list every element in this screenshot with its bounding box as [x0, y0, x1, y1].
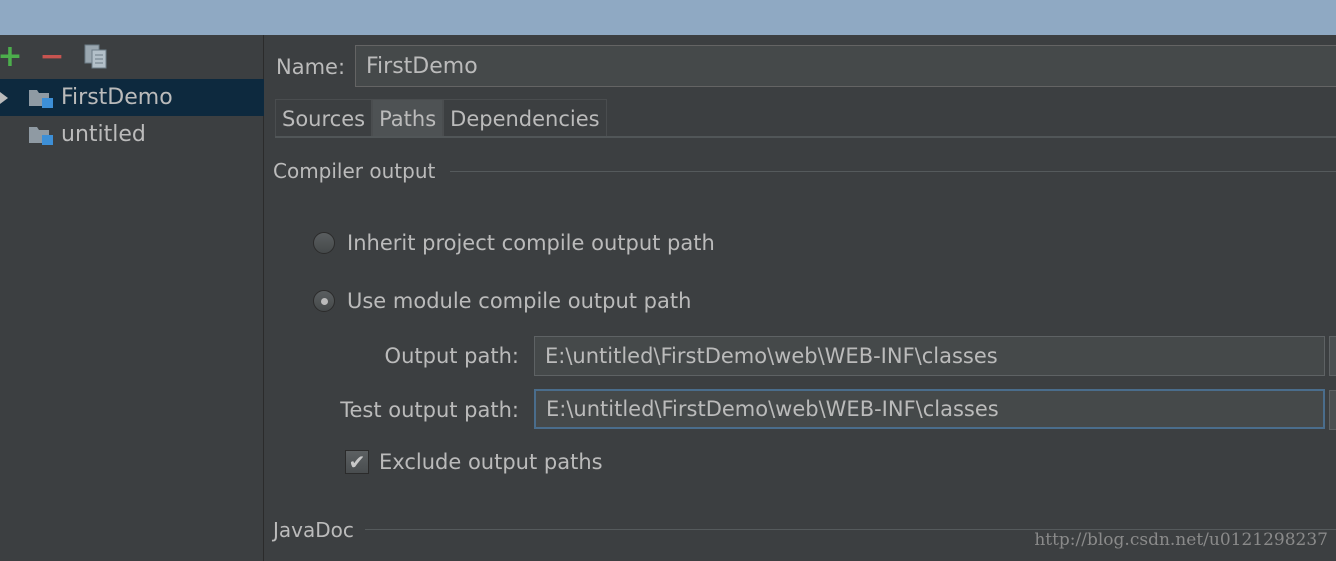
copy-icon[interactable] — [82, 43, 110, 71]
modules-sidebar: + − FirstDemo untitled — [0, 35, 264, 561]
inherit-output-radio-row[interactable]: Inherit project compile output path — [313, 231, 715, 255]
module-folder-icon — [28, 124, 54, 146]
expand-arrow-icon[interactable] — [0, 91, 8, 104]
exclude-output-checkbox[interactable]: ✔ — [345, 450, 369, 474]
module-settings-panel: Name: FirstDemo Sources Paths Dependenci… — [265, 35, 1336, 561]
inherit-output-label: Inherit project compile output path — [347, 231, 715, 255]
exclude-output-label: Exclude output paths — [379, 450, 603, 474]
tree-item-label: untitled — [61, 122, 146, 147]
sidebar-toolbar: + − — [0, 35, 263, 78]
plus-icon[interactable]: + — [0, 42, 24, 72]
tab-divider — [275, 136, 1336, 138]
tree-item-untitled[interactable]: untitled — [0, 116, 264, 153]
test-output-path-label: Test output path: — [340, 398, 519, 422]
compiler-output-title: Compiler output — [273, 159, 436, 183]
minus-icon[interactable]: − — [38, 42, 66, 72]
name-label: Name: — [276, 55, 346, 79]
watermark-text: http://blog.csdn.net/u0121298237 — [1034, 530, 1328, 550]
output-path-label: Output path: — [384, 344, 519, 368]
tab-paths[interactable]: Paths — [372, 99, 444, 137]
section-divider — [450, 171, 1336, 172]
use-module-output-radio[interactable] — [313, 290, 335, 312]
output-path-browse-button[interactable] — [1329, 336, 1336, 376]
inherit-output-radio[interactable] — [313, 232, 335, 254]
window-titlebar — [0, 0, 1336, 35]
tree-item-firstdemo[interactable]: FirstDemo — [0, 79, 264, 116]
test-output-path-input[interactable]: E:\untitled\FirstDemo\web\WEB-INF\classe… — [534, 389, 1325, 429]
use-module-output-radio-row[interactable]: Use module compile output path — [313, 289, 691, 313]
tree-item-label: FirstDemo — [61, 85, 173, 110]
exclude-output-row[interactable]: ✔ Exclude output paths — [345, 450, 603, 474]
output-path-input[interactable]: E:\untitled\FirstDemo\web\WEB-INF\classe… — [534, 336, 1325, 376]
module-folder-icon — [28, 87, 54, 109]
use-module-output-label: Use module compile output path — [347, 289, 692, 313]
name-input[interactable]: FirstDemo — [355, 45, 1336, 87]
tab-dependencies[interactable]: Dependencies — [443, 99, 607, 137]
tab-sources[interactable]: Sources — [275, 99, 373, 137]
test-output-path-browse-button[interactable] — [1329, 390, 1336, 430]
javadoc-title: JavaDoc — [273, 518, 354, 542]
module-tabs: Sources Paths Dependencies — [275, 99, 607, 137]
